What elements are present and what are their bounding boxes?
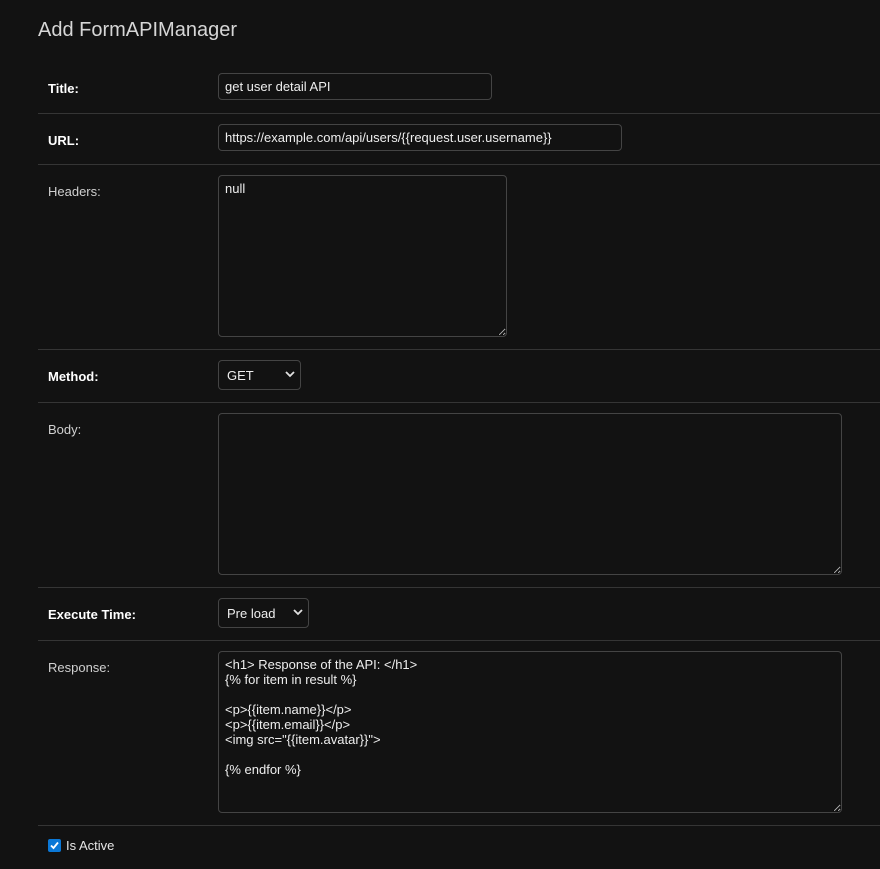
title-input[interactable]	[218, 73, 492, 100]
is-active-row: Is Active	[48, 838, 114, 853]
method-label: Method:	[48, 369, 99, 384]
response-row: Response: <h1> Response of the API: </h1…	[38, 641, 880, 826]
headers-row: Headers: null	[38, 165, 880, 350]
response-label: Response:	[48, 660, 111, 675]
url-input[interactable]	[218, 124, 622, 151]
add-form-page: Add FormAPIManager Title: URL: Headers: …	[0, 0, 880, 869]
headers-label: Headers:	[48, 184, 101, 199]
method-row: Method: GET	[38, 350, 880, 403]
body-row: Body:	[38, 403, 880, 588]
is-active-checkbox[interactable]	[48, 839, 61, 852]
title-label: Title:	[48, 81, 79, 96]
url-row: URL:	[38, 114, 880, 165]
add-form: Title: URL: Headers: null Method: GET	[38, 62, 880, 826]
response-textarea[interactable]: <h1> Response of the API: </h1> {% for i…	[218, 651, 842, 813]
execute-time-label: Execute Time:	[48, 607, 136, 622]
execute-time-select[interactable]: Pre load	[218, 598, 309, 628]
check-icon	[50, 841, 59, 850]
is-active-label: Is Active	[66, 838, 115, 853]
execute-time-select-wrap: Pre load	[218, 598, 309, 628]
url-label: URL:	[48, 133, 80, 148]
page-title: Add FormAPIManager	[38, 19, 237, 41]
body-label: Body:	[48, 422, 82, 437]
method-select-wrap: GET	[218, 360, 301, 390]
title-row: Title:	[38, 62, 880, 114]
execute-time-row: Execute Time: Pre load	[38, 588, 880, 641]
method-select[interactable]: GET	[218, 360, 301, 390]
body-textarea[interactable]	[218, 413, 842, 575]
headers-textarea[interactable]: null	[218, 175, 507, 337]
